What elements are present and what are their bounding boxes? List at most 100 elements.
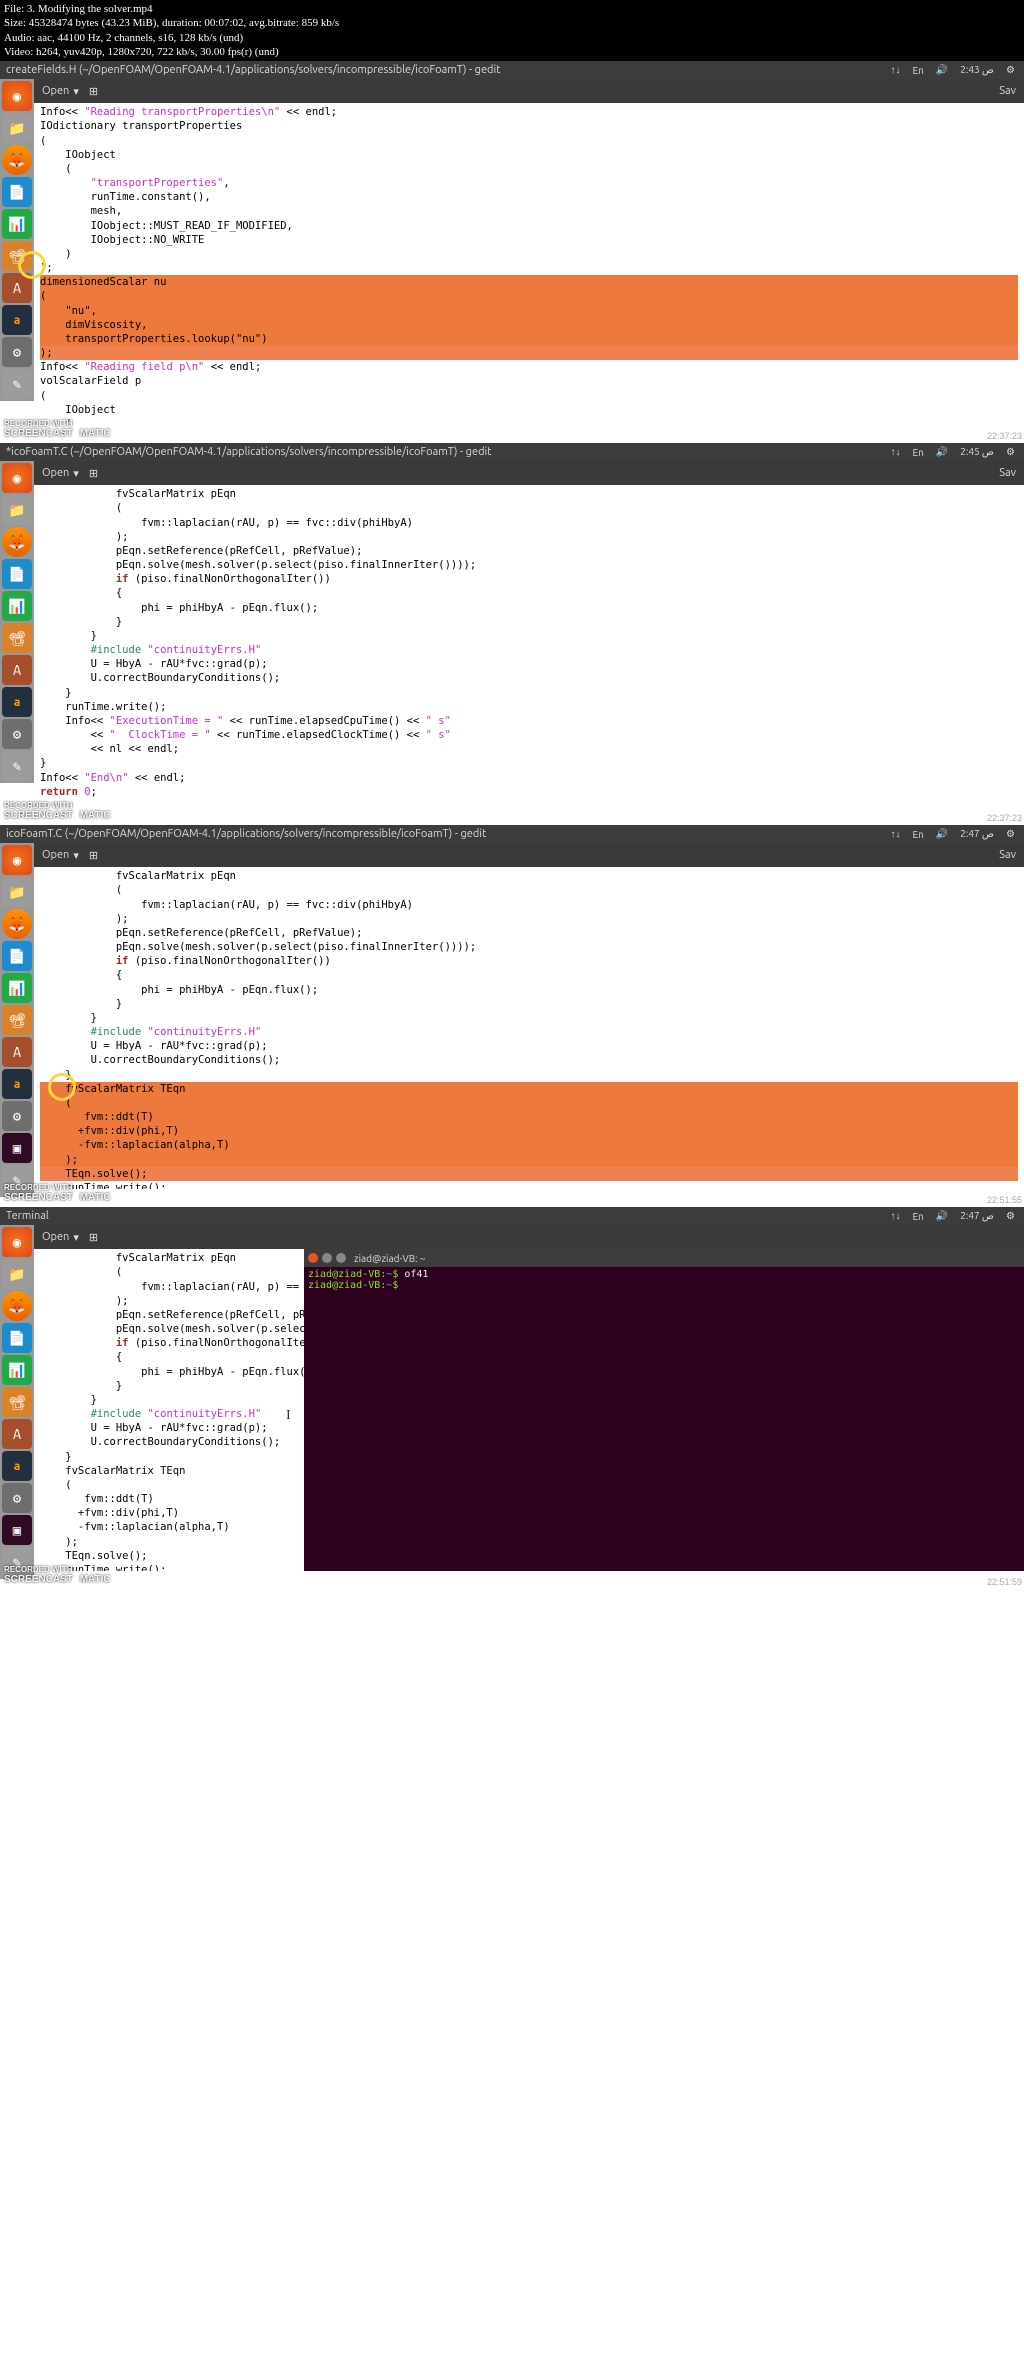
impress-icon[interactable]: 📽	[2, 623, 32, 653]
software-icon[interactable]: A	[2, 655, 32, 685]
maximize-icon[interactable]	[336, 1253, 346, 1263]
network-icon[interactable]: ↑↓	[887, 64, 903, 76]
sound-icon[interactable]: 🔊	[933, 64, 951, 76]
unity-launcher[interactable]: ◉ 📁 🦊 📄 📊 📽 A a ⚙ ✎	[0, 461, 34, 783]
clock[interactable]: ص 2:45	[957, 446, 997, 458]
network-icon[interactable]: ↑↓	[887, 1210, 903, 1222]
system-tray[interactable]: ↑↓ En 🔊 ص 2:43 ⚙	[887, 64, 1018, 76]
terminal-body[interactable]: ziad@ziad-VB:~$ of41 ziad@ziad-VB:~$	[304, 1267, 1024, 1293]
lang-indicator[interactable]: En	[909, 1211, 926, 1222]
gear-icon[interactable]: ⚙	[1003, 1210, 1018, 1222]
new-tab-button[interactable]: ⊞	[89, 467, 98, 480]
sound-icon[interactable]: 🔊	[933, 1210, 951, 1222]
frame-timestamp: 22:51:59	[987, 1577, 1022, 1587]
clock[interactable]: ص 2:43	[957, 64, 997, 76]
terminal-titlebar[interactable]: ziad@ziad-VB: ~	[304, 1249, 1024, 1267]
calc-icon[interactable]: 📊	[2, 973, 32, 1003]
writer-icon[interactable]: 📄	[2, 559, 32, 589]
gedit-icon[interactable]: ✎	[2, 369, 32, 399]
firefox-icon[interactable]: 🦊	[2, 527, 32, 557]
settings-icon[interactable]: ⚙	[2, 337, 32, 367]
unity-launcher[interactable]: ◉ 📁 🦊 📄 📊 📽 A a ⚙ ▣ ✎	[0, 1225, 34, 1579]
gear-icon[interactable]: ⚙	[1003, 64, 1018, 76]
calc-icon[interactable]: 📊	[2, 1355, 32, 1385]
file-metadata-header: File: 3. Modifying the solver.mp4 Size: …	[0, 0, 1024, 61]
files-icon[interactable]: 📁	[2, 113, 32, 143]
lang-indicator[interactable]: En	[909, 447, 926, 458]
clock[interactable]: ص 2:47	[957, 1210, 997, 1222]
lang-indicator[interactable]: En	[909, 829, 926, 840]
settings-icon[interactable]: ⚙	[2, 1483, 32, 1513]
text-cursor: I	[286, 1407, 291, 1426]
firefox-icon[interactable]: 🦊	[2, 145, 32, 175]
amazon-icon[interactable]: a	[2, 305, 32, 335]
terminal-icon[interactable]: ▣	[2, 1133, 32, 1163]
window-titlebar: icoFoamT.C (~/OpenFOAM/OpenFOAM-4.1/appl…	[0, 825, 1024, 843]
software-icon[interactable]: A	[2, 1419, 32, 1449]
network-icon[interactable]: ↑↓	[887, 446, 903, 458]
gedit-toolbar: Open ▾ ⊞ Sav	[34, 79, 1024, 103]
open-button[interactable]: Open ▾	[42, 1231, 79, 1244]
dash-icon[interactable]: ◉	[2, 1227, 32, 1257]
editor-content[interactable]: I fvScalarMatrix pEqn ( fvm::laplacian(r…	[34, 1249, 304, 1571]
open-button[interactable]: Open ▾	[42, 467, 79, 480]
open-button[interactable]: Open ▾	[42, 849, 79, 862]
close-icon[interactable]	[308, 1253, 318, 1263]
files-icon[interactable]: 📁	[2, 495, 32, 525]
clock[interactable]: ص 2:47	[957, 828, 997, 840]
save-button[interactable]: Sav	[999, 849, 1016, 861]
editor-content[interactable]: fvScalarMatrix pEqn ( fvm::laplacian(rAU…	[34, 867, 1024, 1189]
settings-icon[interactable]: ⚙	[2, 719, 32, 749]
dash-icon[interactable]: ◉	[2, 845, 32, 875]
editor-content[interactable]: fvScalarMatrix pEqn ( fvm::laplacian(rAU…	[34, 485, 1024, 807]
window-title: *icoFoamT.C (~/OpenFOAM/OpenFOAM-4.1/app…	[6, 446, 887, 458]
unity-launcher[interactable]: ◉ 📁 🦊 📄 📊 📽 A a ⚙ ✎	[0, 79, 34, 401]
gear-icon[interactable]: ⚙	[1003, 828, 1018, 840]
system-tray[interactable]: ↑↓ En 🔊 ص 2:47 ⚙	[887, 1210, 1018, 1222]
window-titlebar: *icoFoamT.C (~/OpenFOAM/OpenFOAM-4.1/app…	[0, 443, 1024, 461]
files-icon[interactable]: 📁	[2, 877, 32, 907]
firefox-icon[interactable]: 🦊	[2, 909, 32, 939]
open-button[interactable]: Open ▾	[42, 85, 79, 98]
system-tray[interactable]: ↑↓ En 🔊 ص 2:45 ⚙	[887, 446, 1018, 458]
chevron-down-icon: ▾	[73, 85, 79, 98]
minimize-icon[interactable]	[322, 1253, 332, 1263]
system-tray[interactable]: ↑↓ En 🔊 ص 2:47 ⚙	[887, 828, 1018, 840]
gedit-icon[interactable]: ✎	[2, 751, 32, 781]
new-tab-button[interactable]: ⊞	[89, 1231, 98, 1244]
new-tab-button[interactable]: ⊞	[89, 85, 98, 98]
dash-icon[interactable]: ◉	[2, 81, 32, 111]
terminal-icon[interactable]: ▣	[2, 1515, 32, 1545]
software-icon[interactable]: A	[2, 1037, 32, 1067]
calc-icon[interactable]: 📊	[2, 591, 32, 621]
amazon-icon[interactable]: a	[2, 687, 32, 717]
unity-launcher[interactable]: ◉ 📁 🦊 📄 📊 📽 A a ⚙ ▣ ✎	[0, 843, 34, 1197]
amazon-icon[interactable]: a	[2, 1451, 32, 1481]
writer-icon[interactable]: 📄	[2, 177, 32, 207]
impress-icon[interactable]: 📽	[2, 1005, 32, 1035]
writer-icon[interactable]: 📄	[2, 1323, 32, 1353]
sound-icon[interactable]: 🔊	[933, 446, 951, 458]
meta-line: Audio: aac, 44100 Hz, 2 channels, s16, 1…	[4, 31, 1020, 45]
meta-line: Size: 45328474 bytes (43.23 MiB), durati…	[4, 16, 1020, 30]
amazon-icon[interactable]: a	[2, 1069, 32, 1099]
network-icon[interactable]: ↑↓	[887, 828, 903, 840]
dash-icon[interactable]: ◉	[2, 463, 32, 493]
gear-icon[interactable]: ⚙	[1003, 446, 1018, 458]
screencast-watermark: RECORDED WITH SCREENCAST MATIC	[4, 801, 111, 821]
firefox-icon[interactable]: 🦊	[2, 1291, 32, 1321]
sound-icon[interactable]: 🔊	[933, 828, 951, 840]
settings-icon[interactable]: ⚙	[2, 1101, 32, 1131]
lang-indicator[interactable]: En	[909, 65, 926, 76]
editor-content[interactable]: Info<< "Reading transportProperties\n" <…	[34, 103, 1024, 425]
writer-icon[interactable]: 📄	[2, 941, 32, 971]
new-tab-button[interactable]: ⊞	[89, 849, 98, 862]
screencast-watermark: RECORDED WITH SCREENCAST MATIC	[4, 1183, 111, 1203]
screenshot-1: createFields.H (~/OpenFOAM/OpenFOAM-4.1/…	[0, 61, 1024, 443]
files-icon[interactable]: 📁	[2, 1259, 32, 1289]
save-button[interactable]: Sav	[999, 467, 1016, 479]
save-button[interactable]: Sav	[999, 85, 1016, 97]
terminal-window[interactable]: ziad@ziad-VB: ~ ziad@ziad-VB:~$ of41 zia…	[304, 1249, 1024, 1571]
impress-icon[interactable]: 📽	[2, 1387, 32, 1417]
calc-icon[interactable]: 📊	[2, 209, 32, 239]
